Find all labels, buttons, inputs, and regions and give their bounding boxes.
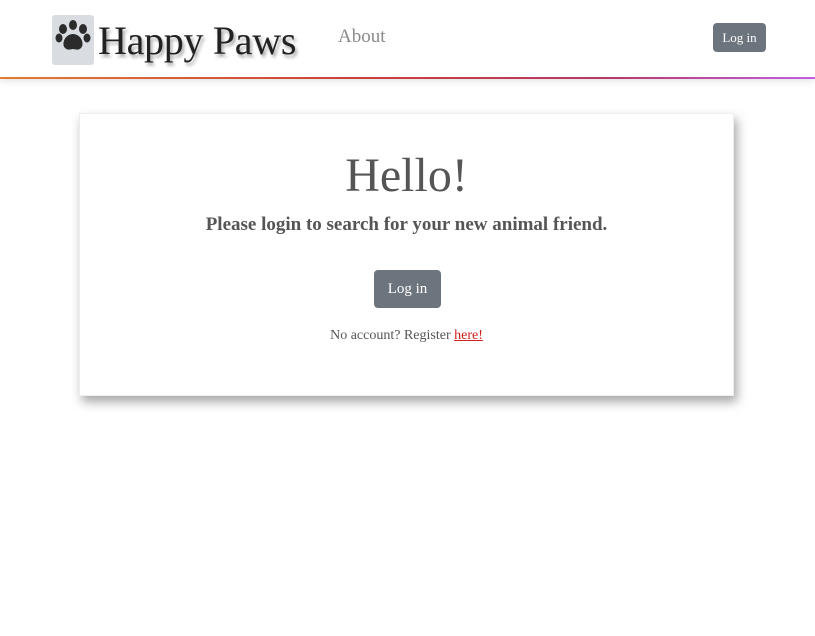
- brand-name: Happy Paws: [98, 17, 297, 63]
- register-prefix: No account? Register: [330, 328, 455, 343]
- card-subtitle: Please login to search for your new anim…: [205, 214, 608, 235]
- brand[interactable]: Happy Paws: [52, 14, 296, 66]
- navbar: Happy Paws About Log in: [0, 0, 815, 78]
- login-button[interactable]: Log in: [374, 270, 441, 308]
- nav-login-button[interactable]: Log in: [713, 23, 766, 52]
- register-prompt: No account? Register here!: [80, 328, 733, 344]
- register-link[interactable]: here!: [454, 328, 483, 343]
- card-title: Hello!: [345, 149, 468, 202]
- login-card: Hello! Please login to search for your n…: [79, 113, 734, 396]
- paw-icon: [52, 15, 94, 65]
- nav-gradient-divider: [0, 77, 815, 79]
- nav-about-link[interactable]: About: [338, 26, 386, 48]
